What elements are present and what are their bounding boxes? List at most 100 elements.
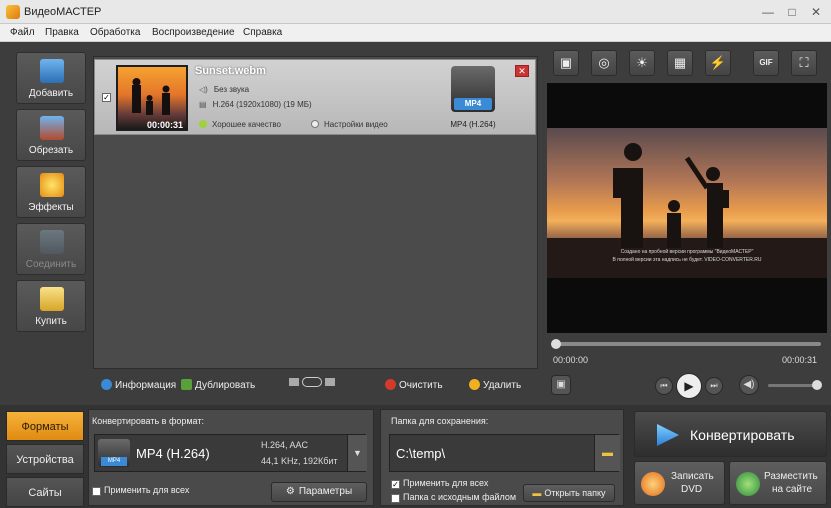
time-total: 00:00:31 <box>782 355 818 365</box>
burn-dvd-label-2: DVD <box>681 484 703 495</box>
join-button[interactable]: Соединить <box>16 223 86 275</box>
cut-button[interactable]: Обрезать <box>16 109 86 161</box>
volume-handle[interactable] <box>812 380 822 390</box>
fullscreen-icon[interactable]: ⛶ <box>791 50 817 76</box>
burn-dvd-button[interactable]: Записать DVD <box>634 461 725 505</box>
delete-label: Удалить <box>483 380 522 391</box>
duplicate-label: Дублировать <box>195 380 256 391</box>
burn-dvd-label-1: Записать <box>671 471 714 482</box>
dvd-icon <box>641 472 665 496</box>
save-path-field[interactable]: C:\temp\ ▬ <box>389 434 620 472</box>
save-panel-title: Папка для сохранения: <box>391 416 489 426</box>
previous-icon[interactable]: ⏮ <box>655 377 673 395</box>
toggle-switch-icon <box>302 377 322 387</box>
left-toolbar: Добавить Обрезать Эффекты Соединить Купи… <box>8 50 88 395</box>
minimize-button[interactable]: — <box>757 3 779 21</box>
menu-processing[interactable]: Обработка <box>90 27 140 38</box>
close-button[interactable]: ✕ <box>805 3 827 21</box>
file-checkbox[interactable]: ✓ <box>102 93 111 102</box>
add-button[interactable]: Добавить <box>16 52 86 104</box>
brightness-icon[interactable]: ☀ <box>629 50 655 76</box>
publish-label-1: Разместить <box>764 471 818 482</box>
format-apply-all-checkbox[interactable] <box>92 487 101 496</box>
audio-info: ◁) Без звука <box>199 85 249 94</box>
timeline-handle[interactable] <box>551 339 561 349</box>
time-current: 00:00:00 <box>553 355 589 365</box>
rotate-icon[interactable]: ◎ <box>591 50 617 76</box>
video-preview[interactable]: Создано на пробной версии программы "Вид… <box>547 83 827 333</box>
preview-toolbar: ▣ ◎ ☀ ▦ ⚡ GIF ⛶ <box>547 50 827 80</box>
tab-devices[interactable]: Устройства <box>6 444 84 474</box>
cut-video-icon <box>40 116 64 140</box>
list-actions-bar: Информация Дублировать Очистить Удалить <box>93 372 538 398</box>
chevron-down-icon[interactable]: ▼ <box>347 435 367 471</box>
delete-icon <box>469 379 480 390</box>
effects-button[interactable]: Эффекты <box>16 166 86 218</box>
delete-button[interactable]: Удалить <box>469 379 521 391</box>
format-panel-title: Конвертировать в формат: <box>92 416 204 426</box>
format-select[interactable]: MP4 MP4 (H.264) H.264, AAC 44,1 KHz, 192… <box>94 434 367 472</box>
video-duration: 00:00:31 <box>146 120 183 130</box>
params-button[interactable]: ⚙ Параметры <box>271 482 367 502</box>
quality-info[interactable]: Хорошее качество <box>199 120 281 129</box>
speed-icon[interactable]: ⚡ <box>705 50 731 76</box>
play-icon[interactable]: ▶ <box>676 373 702 399</box>
clear-button[interactable]: Очистить <box>385 379 443 391</box>
file-list: 00:00:31 Sunset.webm ◁) Без звука ▤ H.264 … <box>93 56 538 369</box>
save-apply-all-checkbox[interactable]: ✓ <box>391 480 400 489</box>
menu-bar: Файл Правка Обработка Воспроизведение Сп… <box>0 24 831 42</box>
maximize-button[interactable]: □ <box>781 3 803 21</box>
speaker-icon: ◁) <box>199 85 208 94</box>
menu-playback[interactable]: Воспроизведение <box>152 27 235 38</box>
view-toggle[interactable] <box>289 377 335 389</box>
cut-button-label: Обрезать <box>28 145 74 156</box>
gif-icon[interactable]: GIF <box>753 50 779 76</box>
gear-icon: ⚙ <box>285 486 295 497</box>
convert-arrow-icon <box>657 424 679 446</box>
format-select-tag: MP4 <box>101 457 127 466</box>
menu-edit[interactable]: Правка <box>45 27 79 38</box>
format-label: MP4 (H.264) <box>450 120 496 129</box>
browse-folder-icon[interactable]: ▬ <box>594 435 620 471</box>
buy-button[interactable]: Купить <box>16 280 86 332</box>
save-apply-all-label: Применить для всех <box>403 478 489 488</box>
globe-icon <box>736 472 760 496</box>
tab-formats[interactable]: Форматы <box>6 411 84 441</box>
format-select-value: MP4 (H.264) <box>136 446 210 461</box>
info-icon <box>101 379 112 390</box>
menu-help[interactable]: Справка <box>243 27 282 38</box>
effects-icon <box>40 173 64 197</box>
format-codec: H.264, AAC <box>261 440 309 450</box>
volume-icon[interactable]: ◀) <box>739 375 759 395</box>
publish-button[interactable]: Разместить на сайте <box>729 461 827 505</box>
format-panel: Конвертировать в формат: MP4 MP4 (H.264)… <box>88 409 374 506</box>
timeline-slider[interactable] <box>551 339 821 349</box>
video-text: H.264 (1920x1080) (19 МБ) <box>212 100 312 109</box>
join-icon <box>40 230 64 254</box>
video-settings-link[interactable]: Настройки видео <box>311 120 388 129</box>
params-label: Параметры <box>298 486 353 497</box>
menu-file[interactable]: Файл <box>10 27 35 38</box>
app-logo-icon <box>6 5 20 19</box>
format-tag: MP4 <box>454 98 492 110</box>
open-folder-button[interactable]: ▬ Открыть папку <box>523 484 615 502</box>
watermark-line-1: Создано на пробной версии программы "Вид… <box>620 249 754 255</box>
open-folder-label: Открыть папку <box>544 488 606 498</box>
volume-slider[interactable] <box>768 380 822 390</box>
snapshot-icon[interactable]: ▣ <box>551 375 571 395</box>
add-video-icon <box>40 59 64 83</box>
video-effects-icon[interactable]: ▦ <box>667 50 693 76</box>
info-label: Информация <box>115 380 177 391</box>
format-apply-all-label: Применить для всех <box>104 485 190 495</box>
info-button[interactable]: Информация <box>101 379 176 391</box>
film-icon: ▤ <box>199 100 207 109</box>
duplicate-button[interactable]: Дублировать <box>181 379 255 391</box>
source-folder-checkbox[interactable] <box>391 494 400 503</box>
buy-icon <box>40 287 64 311</box>
file-item[interactable]: 00:00:31 Sunset.webm ◁) Без звука ▤ H.264 … <box>94 59 536 135</box>
crop-icon[interactable]: ▣ <box>553 50 579 76</box>
next-icon[interactable]: ⏭ <box>705 377 723 395</box>
tab-sites[interactable]: Сайты <box>6 477 84 507</box>
remove-file-icon[interactable]: ✕ <box>515 65 529 77</box>
convert-button[interactable]: Конвертировать <box>634 411 827 457</box>
